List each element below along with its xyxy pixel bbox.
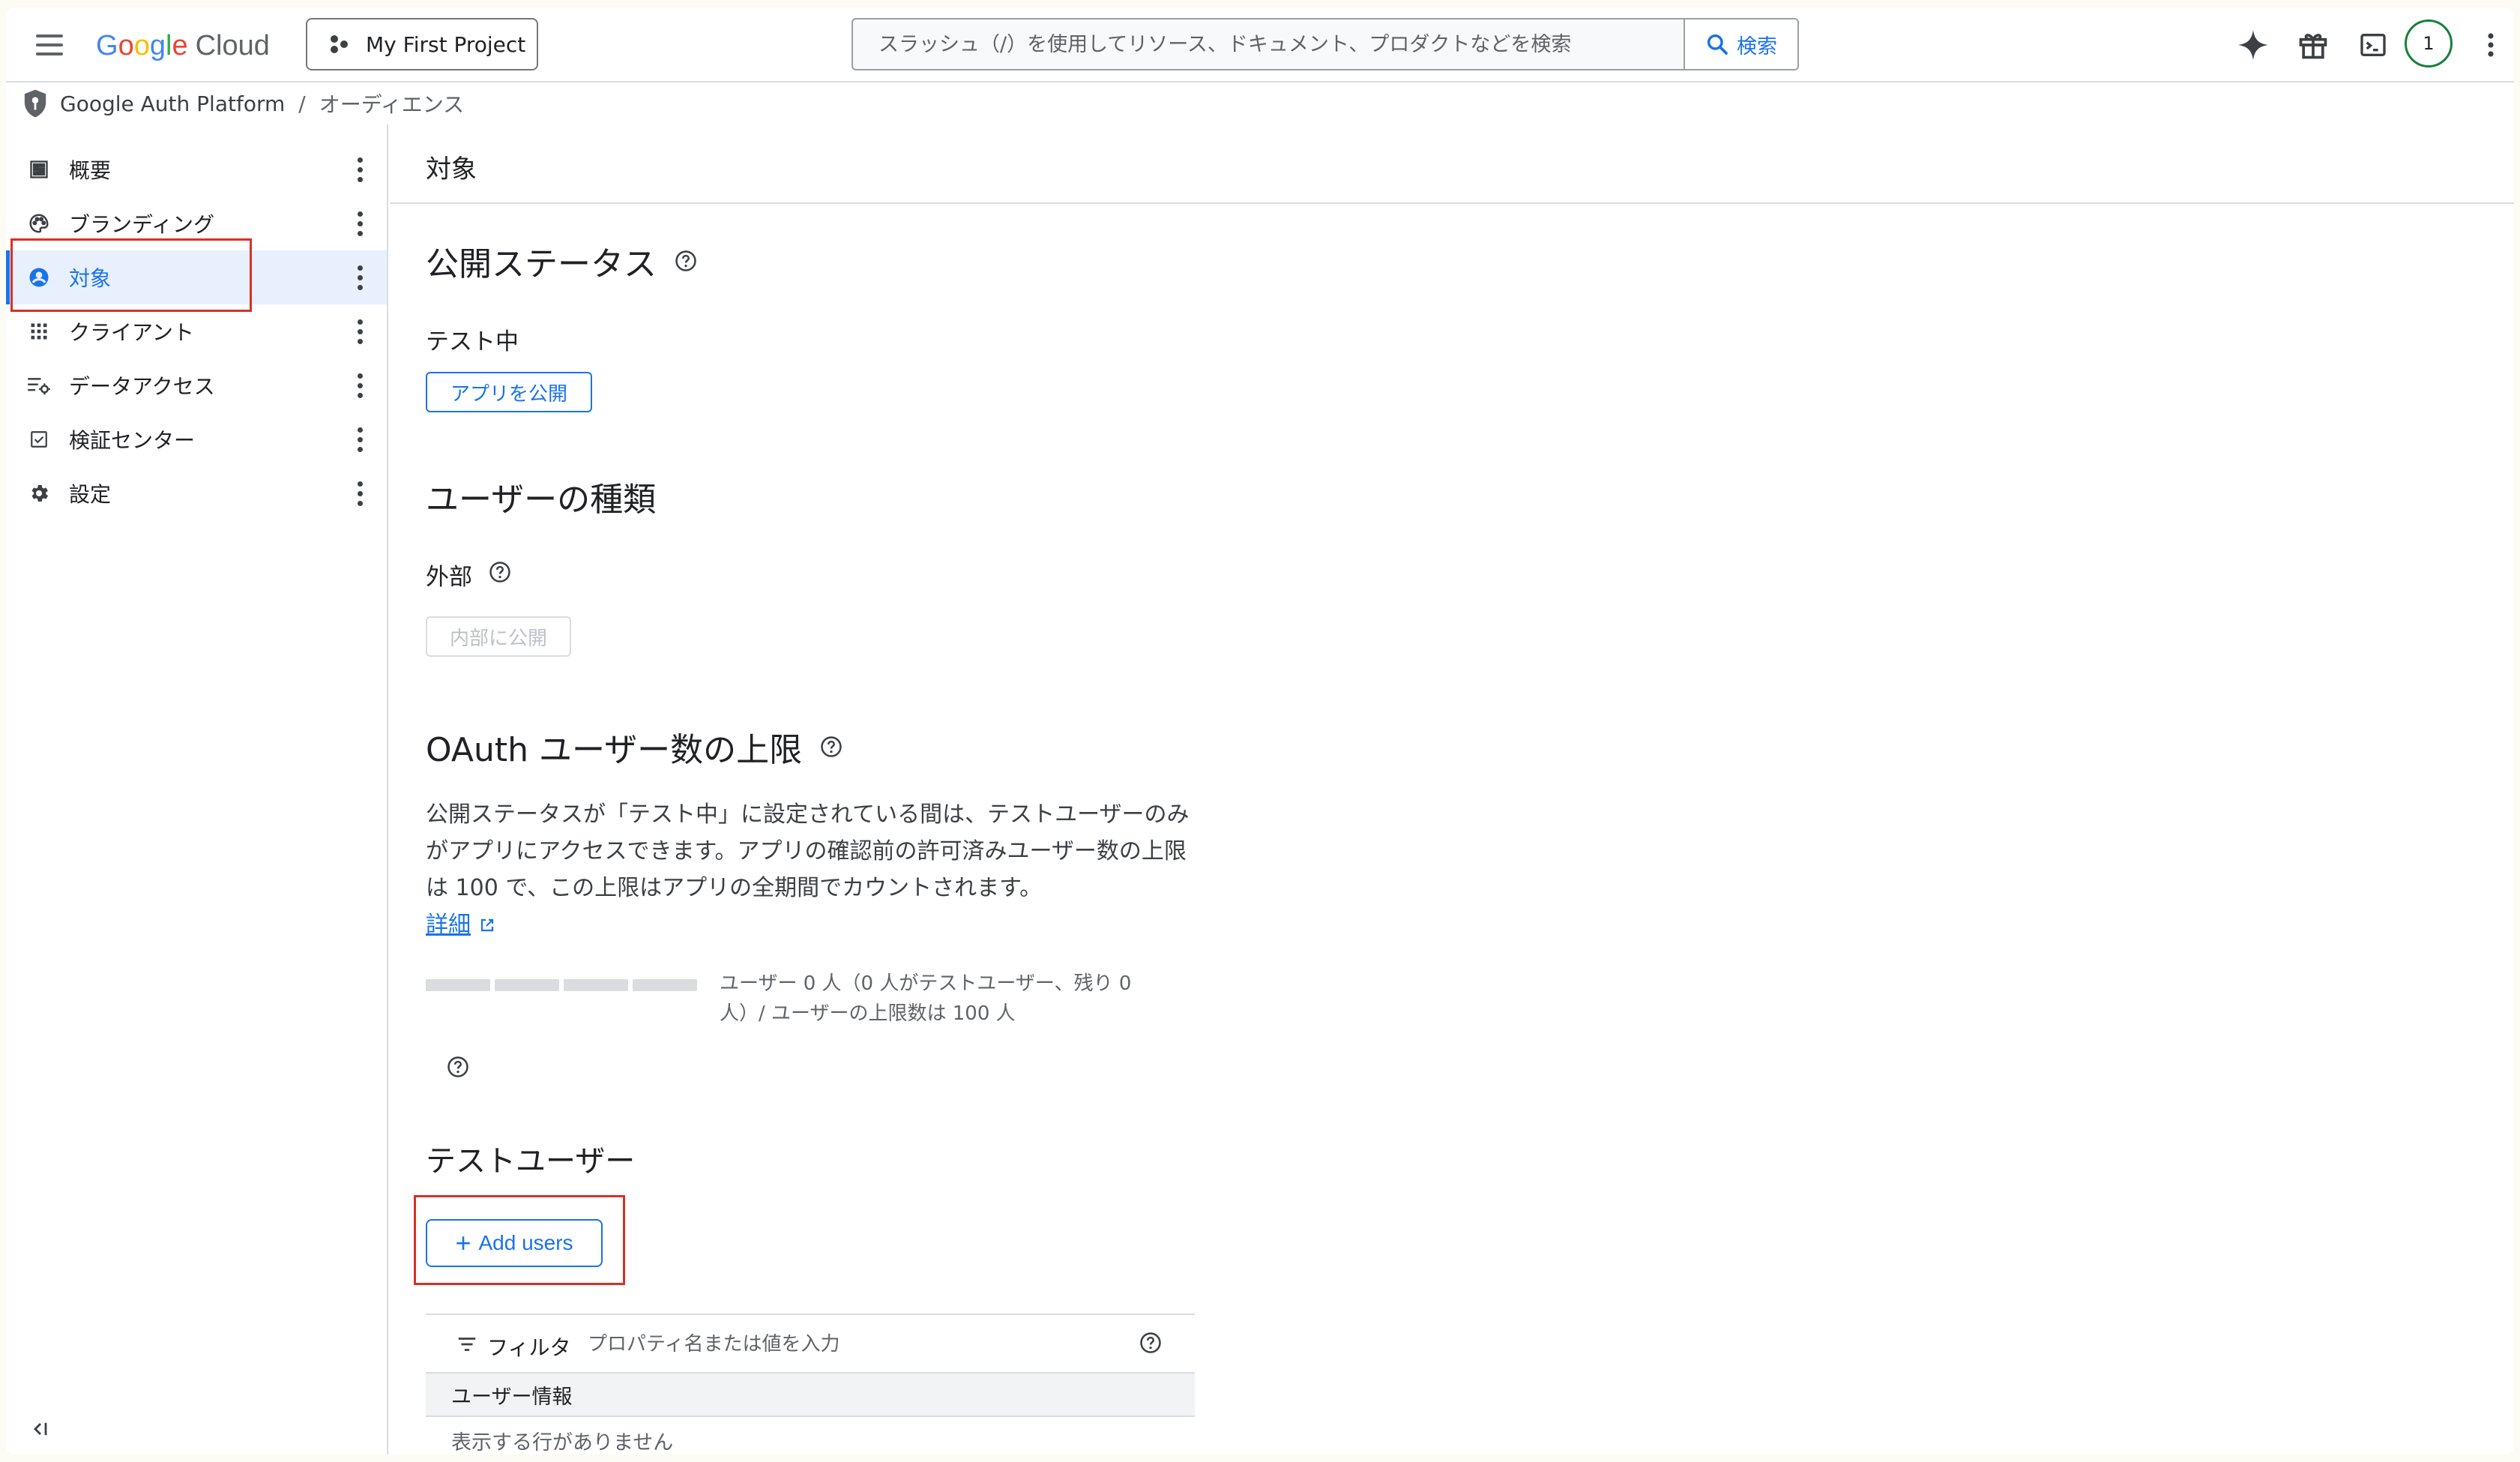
publish-status-heading: 公開ステータス	[426, 237, 697, 285]
sidebar-item-clients[interactable]: クライアント	[6, 304, 387, 358]
breadcrumb-current: オーディエンス	[319, 92, 465, 117]
description-text: 公開ステータスが「テスト中」に設定されている間は、テストユーザーのみがアプリにア…	[426, 801, 1190, 901]
user-type-value: 外部	[426, 564, 472, 591]
kebab-menu-icon[interactable]	[352, 207, 367, 240]
section-heading-text: テストユーザー	[426, 1144, 636, 1179]
search-box: 検索	[851, 18, 1799, 70]
sidebar-item-verification-center[interactable]: 検証センター	[6, 412, 387, 466]
plus-icon: +	[455, 1227, 471, 1258]
oauth-limit-heading: OAuth ユーザー数の上限	[426, 723, 842, 771]
page-title: 対象	[426, 154, 477, 184]
project-name: My First Project	[366, 31, 526, 57]
gear-icon	[25, 480, 52, 507]
kebab-menu-icon[interactable]	[352, 261, 367, 294]
project-dots-icon	[331, 35, 348, 53]
kebab-menu-icon[interactable]	[352, 315, 367, 348]
publish-app-button[interactable]: アプリを公開	[426, 372, 592, 412]
data-settings-icon	[25, 372, 52, 399]
more-options-icon[interactable]	[2480, 28, 2502, 61]
kebab-menu-icon[interactable]	[352, 153, 367, 186]
cloud-shell-terminal-icon[interactable]	[2357, 28, 2390, 61]
account-circle-icon	[25, 264, 52, 291]
learn-more-link[interactable]: 詳細	[426, 912, 471, 938]
apps-grid-icon	[25, 318, 52, 345]
help-icon[interactable]	[675, 242, 697, 280]
progress-segment	[564, 979, 628, 991]
add-users-button[interactable]: + Add users	[426, 1219, 603, 1267]
column-header-user-info[interactable]: ユーザー情報	[426, 1374, 1195, 1417]
google-cloud-logo[interactable]: Google Cloud	[96, 25, 270, 66]
sidebar: 概要 ブランディング 対象 クライアント データアクセス 検証センター 設定	[6, 124, 388, 1455]
test-users-heading: テストユーザー	[426, 1137, 635, 1180]
gift-icon[interactable]	[2297, 28, 2330, 61]
sidebar-item-label: クライアント	[69, 320, 194, 345]
breadcrumb-product[interactable]: Google Auth Platform	[60, 91, 285, 116]
user-cap-progress-bar	[426, 979, 697, 991]
sidebar-item-label: 対象	[69, 266, 112, 291]
logo-google-text: Google	[96, 29, 188, 61]
breadcrumb: Google Auth Platform / オーディエンス	[22, 82, 464, 124]
logo-cloud-text: Cloud	[195, 29, 270, 61]
progress-segment	[495, 979, 559, 991]
kebab-menu-icon[interactable]	[352, 477, 367, 510]
sidebar-item-audience[interactable]: 対象	[6, 250, 387, 304]
section-heading-text: ユーザーの種類	[426, 481, 657, 519]
breadcrumb-separator: /	[298, 91, 306, 116]
empty-table-message: 表示する行がありません	[451, 1431, 674, 1455]
palette-icon	[25, 210, 52, 237]
top-bar: Google Cloud My First Project 検索 1	[6, 7, 2514, 82]
sidebar-item-label: 検証センター	[69, 428, 196, 453]
shield-icon	[24, 89, 46, 118]
gemini-sparkle-icon[interactable]	[2237, 28, 2270, 61]
sidebar-item-label: 概要	[69, 158, 112, 183]
oauth-limit-description: 公開ステータスが「テスト中」に設定されている間は、テストユーザーのみがアプリにア…	[426, 796, 1205, 943]
help-icon[interactable]	[820, 728, 842, 766]
sidebar-item-data-access[interactable]: データアクセス	[6, 358, 387, 412]
sidebar-item-overview[interactable]: 概要	[6, 142, 387, 196]
verification-icon	[25, 426, 52, 453]
hamburger-menu-icon[interactable]	[33, 30, 66, 60]
sidebar-item-label: ブランディング	[69, 212, 215, 237]
publish-status-value: テスト中	[426, 328, 519, 355]
sidebar-item-branding[interactable]: ブランディング	[6, 196, 387, 250]
search-input[interactable]	[853, 19, 1685, 69]
progress-segment	[633, 979, 697, 991]
user-type-heading: ユーザーの種類	[426, 472, 656, 520]
divider	[390, 202, 2514, 204]
user-type-row: 外部	[426, 558, 511, 592]
app-window: Google Cloud My First Project 検索 1	[6, 7, 2514, 1455]
help-icon[interactable]	[489, 561, 511, 589]
sidebar-item-label: 設定	[69, 482, 112, 507]
sidebar-item-settings[interactable]: 設定	[6, 466, 387, 520]
sidebar-item-label: データアクセス	[69, 374, 215, 399]
make-internal-button: 内部に公開	[426, 616, 571, 657]
search-icon	[1707, 34, 1728, 55]
account-avatar[interactable]: 1	[2405, 19, 2453, 67]
external-link-icon[interactable]	[478, 916, 496, 934]
project-picker-button[interactable]: My First Project	[306, 18, 538, 70]
filter-label: フィルタ	[487, 1335, 571, 1360]
search-button[interactable]: 検索	[1683, 19, 1797, 69]
filter-icon[interactable]	[456, 1333, 478, 1356]
search-button-label: 検索	[1737, 34, 1777, 58]
section-heading-text: 公開ステータス	[426, 245, 657, 283]
progress-segment	[426, 979, 490, 991]
filter-input[interactable]	[586, 1324, 1129, 1365]
add-users-label: Add users	[478, 1231, 573, 1254]
filter-bar: フィルタ	[426, 1314, 1195, 1374]
dashboard-icon	[25, 156, 52, 183]
kebab-menu-icon[interactable]	[352, 423, 367, 456]
collapse-sidebar-icon[interactable]	[25, 1414, 55, 1444]
help-icon[interactable]	[1139, 1332, 1162, 1357]
kebab-menu-icon[interactable]	[352, 369, 367, 402]
section-heading-text: OAuth ユーザー数の上限	[426, 731, 803, 769]
help-icon[interactable]	[447, 1056, 469, 1081]
main-content: 対象 公開ステータス テスト中 アプリを公開 ユーザーの種類 外部 内部に公開 …	[390, 124, 2514, 1455]
user-cap-progress-text: ユーザー 0 人（0 人がテストユーザー、残り 0 人）/ ユーザーの上限数は …	[720, 972, 1132, 1025]
